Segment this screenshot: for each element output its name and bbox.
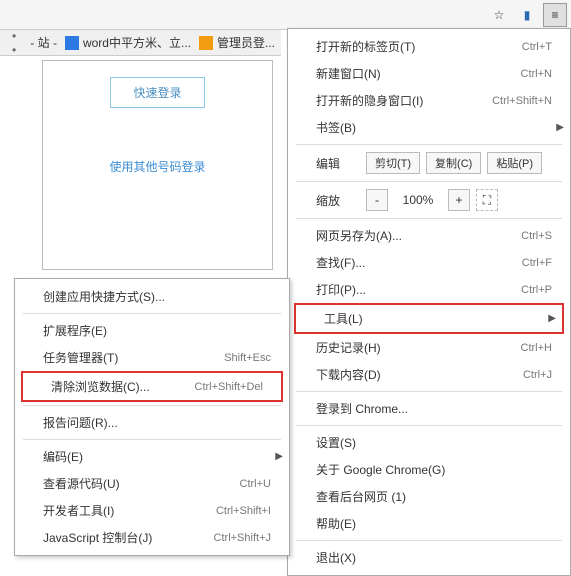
chevron-right-icon: ▶ <box>548 313 556 324</box>
alt-login-link[interactable]: 使用其他号码登录 <box>53 158 262 175</box>
zoom-value: 100% <box>394 193 442 207</box>
zoom-out-button[interactable]: - <box>366 189 388 211</box>
chevron-right-icon: ▶ <box>275 451 283 462</box>
quick-login-button[interactable]: 快速登录 <box>110 77 204 108</box>
menu-incognito[interactable]: 打开新的隐身窗口(I)Ctrl+Shift+N <box>288 87 570 114</box>
copy-button[interactable]: 复制(C) <box>426 152 481 174</box>
menu-signin[interactable]: 登录到 Chrome... <box>288 395 570 422</box>
submenu-clear-browsing-data[interactable]: 清除浏览数据(C)...Ctrl+Shift+Del <box>23 373 281 400</box>
fullscreen-button[interactable]: ⛶ <box>476 189 498 211</box>
tab-1[interactable]: - 站 - <box>30 34 57 51</box>
menu-exit[interactable]: 退出(X) <box>288 544 570 571</box>
menu-about[interactable]: 关于 Google Chrome(G) <box>288 456 570 483</box>
menu-find[interactable]: 查找(F)...Ctrl+F <box>288 249 570 276</box>
submenu-view-source[interactable]: 查看源代码(U)Ctrl+U <box>15 470 289 497</box>
submenu-js-console[interactable]: JavaScript 控制台(J)Ctrl+Shift+J <box>15 524 289 551</box>
menu-print[interactable]: 打印(P)...Ctrl+P <box>288 276 570 303</box>
tab-bar: • • - 站 - word中平方米、立... 管理员登... <box>0 30 281 56</box>
submenu-encoding[interactable]: 编码(E)▶ <box>15 443 289 470</box>
tab-overflow-left: • • <box>6 30 22 56</box>
menu-edit-row: 编辑 剪切(T) 复制(C) 粘贴(P) <box>288 148 570 178</box>
bookmark-icon[interactable]: ▮ <box>515 3 539 27</box>
star-icon[interactable]: ☆ <box>487 3 511 27</box>
menu-downloads[interactable]: 下载内容(D)Ctrl+J <box>288 361 570 388</box>
browser-toolbar: ☆ ▮ ≡ <box>0 0 571 30</box>
menu-save-as[interactable]: 网页另存为(A)...Ctrl+S <box>288 222 570 249</box>
cut-button[interactable]: 剪切(T) <box>366 152 420 174</box>
menu-help[interactable]: 帮助(E) <box>288 510 570 537</box>
menu-tools[interactable]: 工具(L)▶ <box>296 305 562 332</box>
menu-new-window[interactable]: 新建窗口(N)Ctrl+N <box>288 60 570 87</box>
submenu-devtools[interactable]: 开发者工具(I)Ctrl+Shift+I <box>15 497 289 524</box>
admin-icon <box>199 36 213 50</box>
chrome-main-menu: 打开新的标签页(T)Ctrl+T 新建窗口(N)Ctrl+N 打开新的隐身窗口(… <box>287 28 571 576</box>
menu-zoom-row: 缩放 - 100% + ⛶ <box>288 185 570 215</box>
menu-settings[interactable]: 设置(S) <box>288 429 570 456</box>
menu-background-pages[interactable]: 查看后台网页 (1) <box>288 483 570 510</box>
chevron-right-icon: ▶ <box>556 122 564 133</box>
tab-2[interactable]: word中平方米、立... <box>65 34 191 51</box>
submenu-report-issue[interactable]: 报告问题(R)... <box>15 409 289 436</box>
tools-submenu: 创建应用快捷方式(S)... 扩展程序(E) 任务管理器(T)Shift+Esc… <box>14 278 290 556</box>
zoom-label: 缩放 <box>316 192 360 209</box>
menu-bookmarks[interactable]: 书签(B)▶ <box>288 114 570 141</box>
word-icon <box>65 36 79 50</box>
tab-3[interactable]: 管理员登... <box>199 34 275 51</box>
edit-label: 编辑 <box>316 155 360 172</box>
menu-icon[interactable]: ≡ <box>543 3 567 27</box>
submenu-extensions[interactable]: 扩展程序(E) <box>15 317 289 344</box>
menu-new-tab[interactable]: 打开新的标签页(T)Ctrl+T <box>288 33 570 60</box>
menu-history[interactable]: 历史记录(H)Ctrl+H <box>288 334 570 361</box>
paste-button[interactable]: 粘贴(P) <box>487 152 542 174</box>
submenu-create-shortcut[interactable]: 创建应用快捷方式(S)... <box>15 283 289 310</box>
submenu-task-manager[interactable]: 任务管理器(T)Shift+Esc <box>15 344 289 371</box>
zoom-in-button[interactable]: + <box>448 189 470 211</box>
